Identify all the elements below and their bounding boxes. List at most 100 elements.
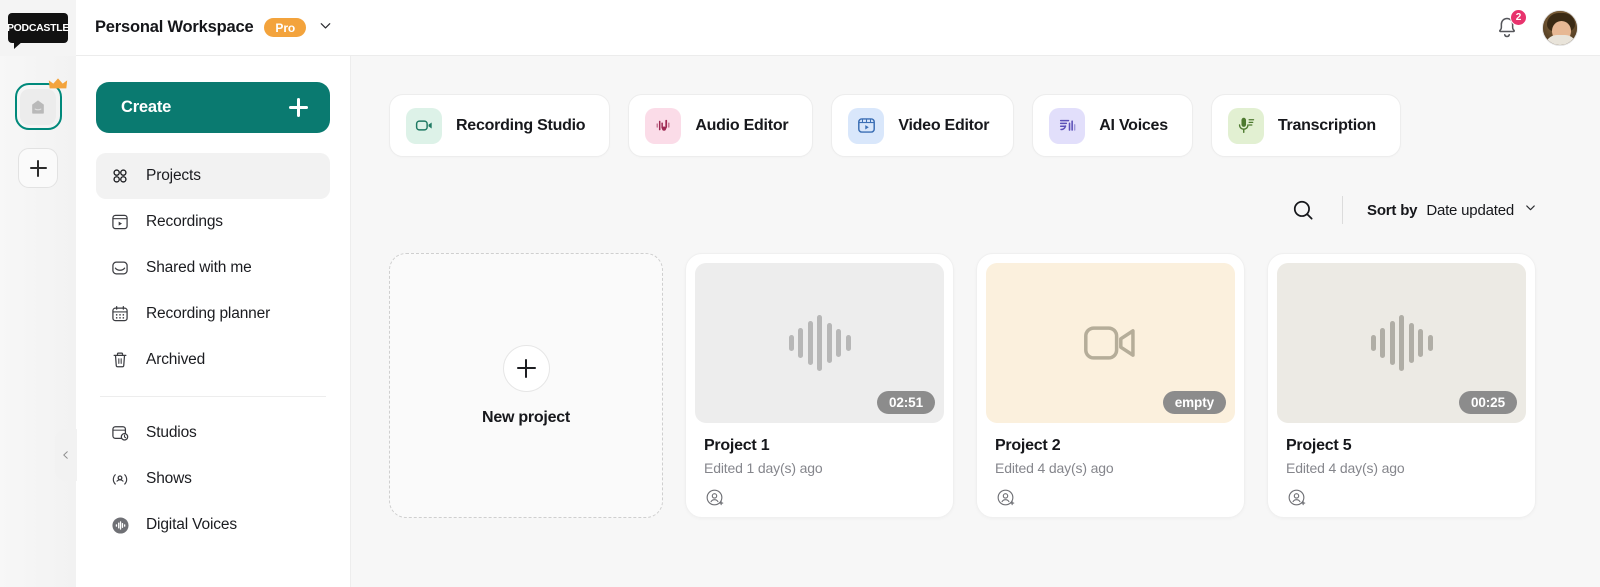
toolbar-divider (1342, 196, 1344, 224)
sidebar-item-projects[interactable]: Projects (96, 153, 330, 199)
chevron-down-icon[interactable] (317, 17, 334, 39)
video-play-icon (848, 107, 885, 144)
sidebar-item-studios[interactable]: Studios (96, 410, 330, 456)
sidebar-item-label: Digital Voices (146, 516, 237, 533)
audio-waveform-icon (645, 107, 682, 144)
add-person-icon[interactable] (1286, 487, 1308, 509)
sidebar-item-label: Recording planner (146, 305, 271, 322)
add-workspace-button[interactable] (18, 148, 58, 188)
plus-icon (29, 159, 47, 177)
waveform-icon (1370, 315, 1433, 371)
chevron-left-icon (63, 451, 68, 459)
project-title: Project 2 (995, 437, 1061, 454)
new-project-card[interactable]: New project (389, 253, 663, 518)
tool-card-ai-voices[interactable]: AI Voices (1032, 94, 1193, 157)
app-root: PODCASTLE Personal Workspace Pro 2 Creat… (0, 0, 1600, 587)
top-bar: PODCASTLE Personal Workspace Pro 2 (0, 0, 1600, 56)
sort-dropdown[interactable]: Sort by Date updated (1367, 200, 1538, 220)
plus-icon (289, 98, 308, 117)
sidebar-item-label: Shows (146, 470, 192, 487)
workspace-name: Personal Workspace (95, 18, 254, 36)
waveform-icon (788, 315, 851, 371)
microphone-icon (1227, 107, 1264, 144)
notification-count-badge: 2 (1510, 8, 1527, 26)
tool-card-label: AI Voices (1099, 116, 1168, 134)
body: Create Projects Recordings Shared with m… (0, 56, 1600, 587)
top-bar-actions: 2 (1494, 8, 1600, 46)
calendar-icon (109, 303, 131, 325)
grid-icon (109, 165, 131, 187)
projects-grid: New project 02:51 Project 1 Edited 1 day… (389, 253, 1600, 518)
project-thumbnail: 02:51 (695, 263, 944, 423)
sidebar-item-shared-with-me[interactable]: Shared with me (96, 245, 330, 291)
duration-badge: 02:51 (876, 391, 935, 414)
tool-card-audio-editor[interactable]: Audio Editor (628, 94, 814, 157)
sidebar-item-label: Shared with me (146, 259, 252, 276)
project-meta: Project 2 Edited 4 day(s) ago (986, 423, 1235, 509)
search-button[interactable] (1286, 193, 1320, 227)
sidebar-item-label: Studios (146, 424, 197, 441)
workspace-rail (0, 56, 76, 587)
trash-icon (109, 349, 131, 371)
sidebar-item-label: Projects (146, 167, 201, 184)
sidebar-collapse-button[interactable] (55, 429, 77, 481)
chevron-down-icon[interactable] (1523, 200, 1538, 220)
project-card[interactable]: 00:25 Project 5 Edited 4 day(s) ago (1267, 253, 1536, 518)
project-meta: Project 5 Edited 4 day(s) ago (1277, 423, 1526, 509)
user-avatar[interactable] (1542, 9, 1578, 46)
project-title: Project 1 (704, 437, 770, 454)
status-badge: empty (1162, 391, 1226, 414)
sidebar-nav: Projects Recordings Shared with me Recor… (96, 153, 330, 548)
project-thumbnail: empty (986, 263, 1235, 423)
plan-badge: Pro (264, 18, 307, 37)
notifications-button[interactable]: 2 (1494, 8, 1527, 41)
workspace-avatar-button[interactable] (14, 78, 67, 130)
main-content: Recording Studio Audio Editor Video Edit… (351, 56, 1600, 587)
project-card[interactable]: 02:51 Project 1 Edited 1 day(s) ago (685, 253, 954, 518)
sidebar: Create Projects Recordings Shared with m… (55, 56, 351, 587)
logo-wordmark: PODCASTLE (6, 21, 70, 34)
project-meta: Project 1 Edited 1 day(s) ago (695, 423, 944, 509)
add-person-icon[interactable] (995, 487, 1017, 509)
workspace-switcher[interactable]: Personal Workspace Pro (95, 17, 334, 39)
tool-card-transcription[interactable]: Transcription (1210, 94, 1401, 157)
tool-card-label: Audio Editor (695, 116, 789, 134)
project-edited: Edited 4 day(s) ago (1286, 460, 1405, 476)
project-title: Project 5 (1286, 437, 1352, 454)
sidebar-item-recordings[interactable]: Recordings (96, 199, 330, 245)
tool-card-video-editor[interactable]: Video Editor (831, 94, 1015, 157)
sidebar-item-label: Archived (146, 351, 206, 368)
project-thumbnail: 00:25 (1277, 263, 1526, 423)
sidebar-item-archived[interactable]: Archived (96, 337, 330, 383)
podcastle-logo-icon: PODCASTLE (6, 12, 70, 49)
tool-shortcuts: Recording Studio Audio Editor Video Edit… (389, 94, 1600, 157)
sidebar-divider (100, 396, 326, 397)
studios-icon (109, 422, 131, 444)
add-person-icon[interactable] (704, 487, 726, 509)
duration-badge: 00:25 (1458, 391, 1517, 414)
workspace-avatar-icon (20, 88, 56, 125)
projects-toolbar: Sort by Date updated (389, 192, 1600, 228)
project-card[interactable]: empty Project 2 Edited 4 day(s) ago (976, 253, 1245, 518)
tool-card-label: Transcription (1277, 116, 1376, 134)
tool-card-recording-studio[interactable]: Recording Studio (389, 94, 611, 157)
create-button[interactable]: Create (96, 82, 330, 133)
sort-value: Date updated (1426, 201, 1514, 219)
sidebar-item-shows[interactable]: Shows (96, 456, 330, 502)
new-project-label: New project (482, 408, 570, 426)
sidebar-item-digital-voices[interactable]: Digital Voices (96, 502, 330, 548)
create-button-label: Create (121, 98, 172, 116)
recordings-icon (109, 211, 131, 233)
project-edited: Edited 1 day(s) ago (704, 460, 823, 476)
search-icon (1293, 200, 1313, 220)
digital-voices-icon (109, 514, 131, 536)
app-logo[interactable]: PODCASTLE (0, 0, 76, 56)
project-edited: Edited 4 day(s) ago (995, 460, 1114, 476)
sidebar-item-recording-planner[interactable]: Recording planner (96, 291, 330, 337)
shows-icon (109, 468, 131, 490)
sort-by-label: Sort by (1367, 201, 1418, 219)
ai-voices-icon (1049, 107, 1086, 144)
sidebar-item-label: Recordings (146, 213, 223, 230)
camcorder-icon (406, 107, 442, 144)
crown-icon (48, 78, 67, 89)
